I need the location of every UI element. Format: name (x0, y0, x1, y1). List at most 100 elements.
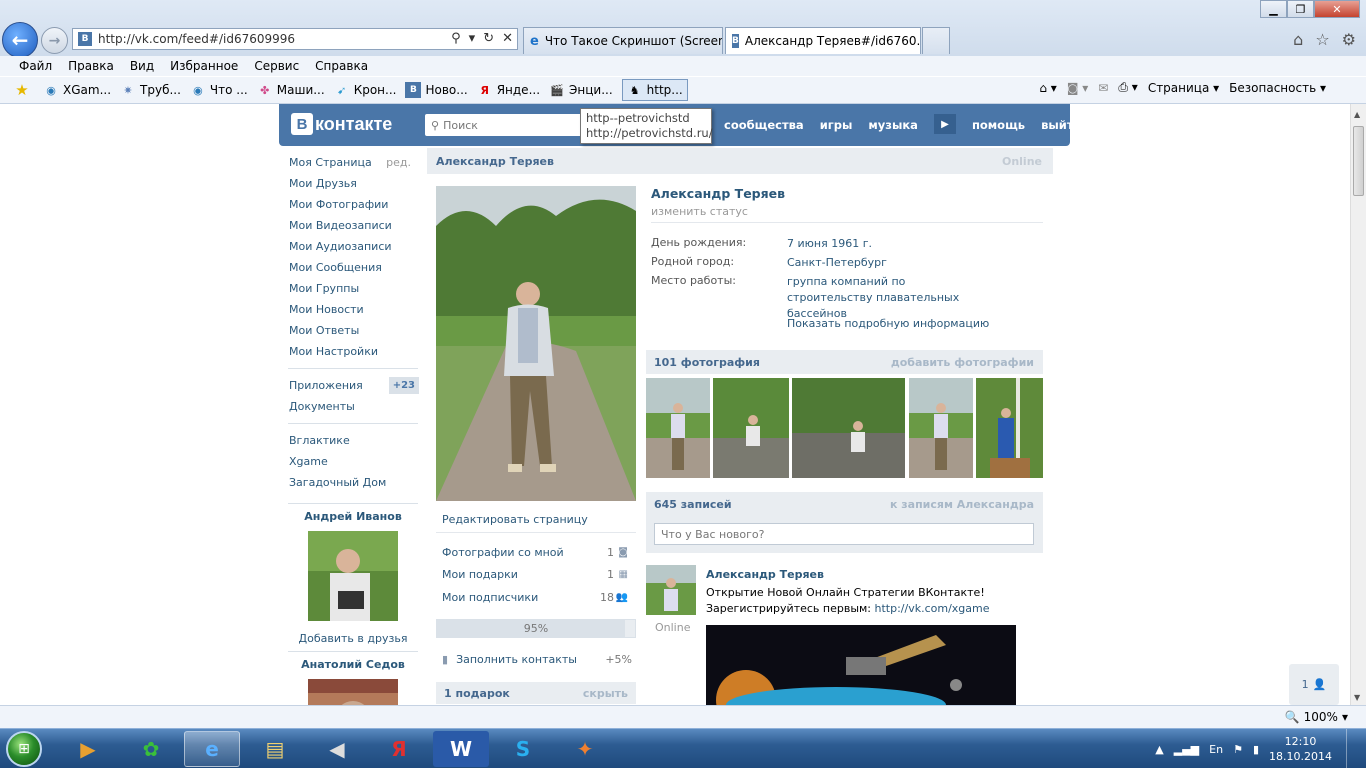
address-bar[interactable]: В http://vk.com/feed#/id67609996 ⚲ ▾ ↻ ✕ (72, 28, 518, 50)
menu-messages[interactable]: Мои Сообщения (283, 257, 423, 278)
add-photos-button[interactable]: добавить фотографии (891, 356, 1034, 369)
photos-with-me-link[interactable]: Фотографии со мной 1 ◙ (442, 542, 634, 562)
address-text[interactable]: http://vk.com/feed#/id67609996 (98, 32, 295, 46)
forward-button[interactable]: → (41, 27, 68, 54)
fav-item[interactable]: ◉ Что ... (190, 82, 248, 98)
fav-item[interactable]: В Ново... (405, 82, 468, 98)
menu-file[interactable]: Файл (19, 59, 52, 73)
nav-games[interactable]: игры (820, 118, 853, 134)
yandex-icon[interactable]: Я (371, 731, 427, 767)
scroll-down-icon[interactable]: ▼ (1354, 693, 1360, 702)
home-icon[interactable]: ⌂ (1293, 30, 1303, 49)
menu-friends[interactable]: Мои Друзья (283, 173, 423, 194)
gear-icon[interactable]: ⚙ (1342, 30, 1356, 49)
menu-my-page[interactable]: Моя Страница ред. (283, 152, 423, 173)
rss-icon[interactable]: ◙ ▾ (1067, 81, 1088, 95)
menu-answers[interactable]: Мои Ответы (283, 320, 423, 341)
search-input[interactable]: ⚲ Поиск (425, 114, 585, 136)
show-desktop-button[interactable] (1346, 729, 1358, 768)
tool-icon[interactable]: ✦ (557, 731, 613, 767)
fill-contacts-link[interactable]: ▮ Заполнить контакты +5% (442, 649, 634, 669)
fav-item-active[interactable]: ♞ http... (621, 79, 688, 101)
menu-tools[interactable]: Сервис (254, 59, 299, 73)
menu-groups[interactable]: Мои Группы (283, 278, 423, 299)
back-button[interactable]: ← (2, 22, 38, 58)
menu-docs[interactable]: Документы (283, 396, 423, 417)
menu-audio[interactable]: Мои Аудиозаписи (283, 236, 423, 257)
friend-avatar[interactable] (308, 679, 398, 705)
menu-edit[interactable]: Правка (68, 59, 114, 73)
menu-photos[interactable]: Мои Фотографии (283, 194, 423, 215)
folder-icon[interactable]: ▤ (247, 731, 303, 767)
nav-logout[interactable]: выйти (1041, 118, 1081, 134)
play-icon[interactable]: ▶ (933, 114, 956, 134)
menu-view[interactable]: Вид (130, 59, 154, 73)
nav-music[interactable]: музыка (868, 118, 918, 134)
battery-icon[interactable]: ▮ (1253, 743, 1259, 756)
chat-button[interactable]: 1 👤 (1289, 664, 1339, 705)
stop-icon[interactable]: ✕ (502, 31, 513, 46)
hide-gifts-button[interactable]: скрыть (583, 687, 628, 700)
followers-link[interactable]: Мои подписчики 18 👥 (442, 587, 634, 607)
dropdown-icon[interactable]: ▾ (469, 31, 476, 46)
zoom-control[interactable]: 🔍 100% ▾ (1285, 710, 1348, 724)
scroll-up-icon[interactable]: ▲ (1354, 110, 1360, 119)
post-link[interactable]: http://vk.com/xgame (875, 602, 990, 615)
menu-game-galaxy[interactable]: Вглактике (283, 430, 423, 451)
refresh-icon[interactable]: ↻ (483, 31, 494, 46)
print-icon[interactable]: ⎙ ▾ (1118, 80, 1137, 95)
friend-suggestion-name[interactable]: Анатолий Седов (283, 658, 423, 671)
safety-menu[interactable]: Безопасность ▾ (1229, 81, 1326, 95)
friend-avatar[interactable] (308, 531, 398, 621)
menu-favorites[interactable]: Избранное (170, 59, 238, 73)
nav-help[interactable]: помощь (972, 118, 1025, 134)
menu-apps[interactable]: Приложения +23 (283, 375, 423, 396)
tab-screenshot[interactable]: e Что Такое Скриншот (Screens... (523, 27, 723, 54)
close-window-button[interactable]: ✕ (1314, 0, 1360, 18)
show-details-link[interactable]: Показать подробную информацию (787, 317, 989, 330)
fav-item[interactable]: Я Янде... (477, 82, 540, 98)
menu-settings[interactable]: Мои Настройки (283, 341, 423, 362)
edit-link[interactable]: ред. (386, 156, 411, 169)
page-menu[interactable]: Страница ▾ (1148, 81, 1219, 95)
vk-logo[interactable]: В контакте (291, 113, 392, 135)
clock[interactable]: 12:10 18.10.2014 (1269, 734, 1332, 764)
to-wall-link[interactable]: к записям Александра (890, 498, 1034, 511)
ie-icon[interactable]: e (184, 731, 240, 767)
signal-icon[interactable]: ▂▄▆ (1174, 743, 1199, 756)
speaker-icon[interactable]: ◀ (309, 731, 365, 767)
nav-communities[interactable]: сообщества (724, 118, 804, 134)
language-indicator[interactable]: En (1209, 743, 1223, 756)
fav-item[interactable]: ✷ Труб... (120, 82, 181, 98)
fav-item[interactable]: ◉ XGam... (43, 82, 111, 98)
start-button[interactable]: ⊞ (2, 729, 46, 768)
minimize-button[interactable]: ▁ (1260, 0, 1287, 18)
fav-item[interactable]: ✤ Маши... (257, 82, 325, 98)
photo-thumb[interactable] (646, 378, 710, 481)
flag-icon[interactable]: ⚑ (1233, 743, 1243, 756)
my-gifts-link[interactable]: Мои подарки 1 ▦ (442, 564, 634, 584)
scroll-thumb[interactable] (1353, 126, 1364, 196)
search-icon[interactable]: ⚲ (451, 31, 461, 46)
friend-suggestion-name[interactable]: Андрей Иванов (283, 510, 423, 523)
fav-item[interactable]: ➹ Крон... (334, 82, 396, 98)
chevron-up-icon[interactable]: ▲ (1155, 743, 1163, 756)
photo-thumb[interactable] (909, 378, 973, 481)
photo-thumb[interactable] (713, 378, 789, 481)
new-tab-button[interactable] (922, 27, 950, 54)
post-author[interactable]: Александр Теряев (706, 568, 824, 581)
skype-icon[interactable]: S (495, 731, 551, 767)
icq-icon[interactable]: ✿ (123, 731, 179, 767)
mail-icon[interactable]: ✉ (1098, 81, 1108, 95)
home-icon[interactable]: ⌂ ▾ (1039, 81, 1056, 95)
add-friend-button[interactable]: Добавить в друзья (283, 632, 423, 645)
edit-page-button[interactable]: Редактировать страницу (436, 506, 636, 533)
post-image[interactable] (706, 625, 1016, 705)
post-input[interactable]: Что у Вас нового? (654, 523, 1034, 545)
menu-game-xgame[interactable]: Xgame (283, 451, 423, 472)
fav-item[interactable]: 🎬 Энци... (549, 82, 613, 98)
photo-thumb[interactable] (976, 378, 1043, 481)
maximize-button[interactable]: ❐ (1287, 0, 1314, 18)
menu-game-house[interactable]: Загадочный Дом (283, 472, 423, 493)
menu-help[interactable]: Справка (315, 59, 368, 73)
